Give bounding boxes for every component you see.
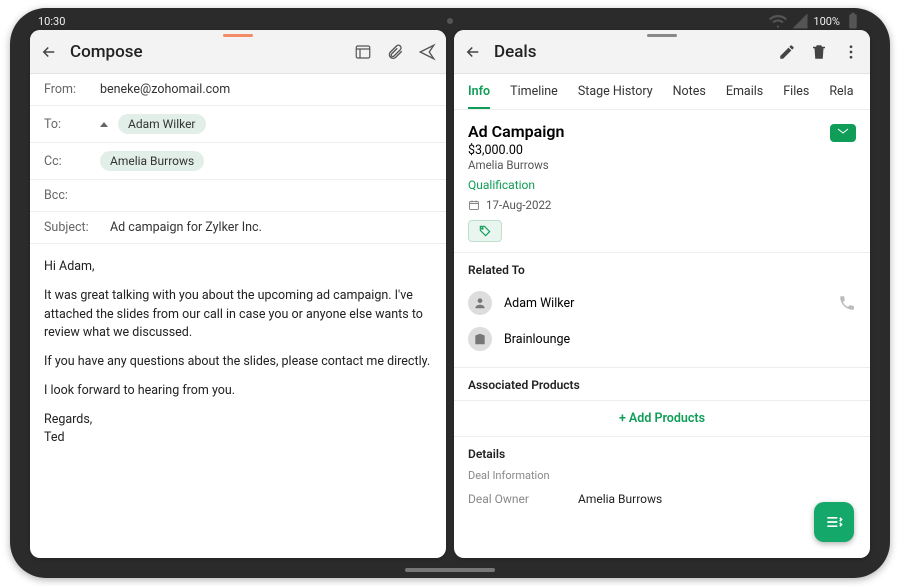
back-icon[interactable] <box>464 43 482 61</box>
related-account-name: Brainlounge <box>504 332 856 347</box>
edit-icon[interactable] <box>778 43 796 61</box>
cc-row[interactable]: Cc: Amelia Burrows <box>30 143 446 180</box>
more-icon[interactable] <box>842 43 860 61</box>
tab-notes[interactable]: Notes <box>673 74 706 109</box>
mail-badge-icon[interactable] <box>830 124 856 142</box>
details-title: Details <box>468 447 856 461</box>
status-time: 10:30 <box>38 15 65 28</box>
delete-icon[interactable] <box>810 43 828 61</box>
bcc-label: Bcc: <box>44 188 90 203</box>
details-section: Details Deal Information Deal Owner Amel… <box>454 437 870 520</box>
deals-appbar: Deals <box>454 30 870 74</box>
from-label: From: <box>44 82 90 97</box>
deals-pane: Deals Info Timeline Stage History Notes … <box>454 30 870 558</box>
collapse-icon[interactable] <box>100 122 108 127</box>
tablet-frame: 10:30 100% Compose From: beneke <box>10 8 890 578</box>
body-p3: I look forward to hearing from you. <box>44 382 432 401</box>
template-icon[interactable] <box>354 43 372 61</box>
related-contact-name: Adam Wilker <box>504 296 826 311</box>
body-sign1: Regards, <box>44 411 432 430</box>
person-icon <box>468 291 492 315</box>
related-contact-row[interactable]: Adam Wilker <box>468 285 856 321</box>
add-products-button[interactable]: + Add Products <box>454 401 870 436</box>
status-battery: 100% <box>813 15 840 28</box>
fab-button[interactable] <box>814 502 854 542</box>
tab-related[interactable]: Rela <box>829 74 853 109</box>
deal-owner-label: Deal Owner <box>468 492 578 506</box>
deal-owner: Amelia Burrows <box>468 158 856 172</box>
deal-stage: Qualification <box>468 178 856 192</box>
compose-title: Compose <box>70 42 342 62</box>
tab-emails[interactable]: Emails <box>726 74 763 109</box>
body-sign2: Ted <box>44 429 432 448</box>
body-p2: If you have any questions about the slid… <box>44 353 432 372</box>
to-chip[interactable]: Adam Wilker <box>118 114 206 134</box>
deal-header: Ad Campaign $3,000.00 Amelia Burrows Qua… <box>454 110 870 253</box>
to-label: To: <box>44 117 90 132</box>
compose-pane: Compose From: beneke@zohomail.com To: Ad… <box>30 30 446 558</box>
deal-name: Ad Campaign <box>468 122 856 141</box>
compose-body[interactable]: Hi Adam, It was great talking with you a… <box>30 244 446 558</box>
building-icon <box>468 327 492 351</box>
cc-label: Cc: <box>44 154 90 169</box>
deal-info-label: Deal Information <box>468 469 856 482</box>
status-bar: 10:30 100% <box>38 12 862 30</box>
related-section: Related To Adam Wilker Brainlounge <box>454 253 870 368</box>
drag-handle-icon[interactable] <box>223 34 253 37</box>
tab-stagehistory[interactable]: Stage History <box>578 74 653 109</box>
attachment-icon[interactable] <box>386 43 404 61</box>
from-value: beneke@zohomail.com <box>100 82 230 97</box>
from-row: From: beneke@zohomail.com <box>30 74 446 106</box>
send-icon[interactable] <box>418 43 436 61</box>
deal-owner-row: Deal Owner Amelia Burrows <box>468 488 856 510</box>
subject-label: Subject: <box>44 220 100 235</box>
body-greeting: Hi Adam, <box>44 258 432 277</box>
deal-amount: $3,000.00 <box>468 143 856 158</box>
wifi-icon <box>769 12 787 30</box>
body-p1: It was great talking with you about the … <box>44 287 432 343</box>
tab-timeline[interactable]: Timeline <box>510 74 558 109</box>
calendar-icon <box>468 199 480 211</box>
deals-title: Deals <box>494 42 766 62</box>
to-row[interactable]: To: Adam Wilker <box>30 106 446 143</box>
associated-section: Associated Products <box>454 368 870 401</box>
deals-tabs: Info Timeline Stage History Notes Emails… <box>454 74 870 110</box>
compose-appbar: Compose <box>30 30 446 74</box>
tab-files[interactable]: Files <box>783 74 809 109</box>
subject-value: Ad campaign for Zylker Inc. <box>110 220 262 235</box>
back-icon[interactable] <box>40 43 58 61</box>
battery-icon <box>844 12 862 30</box>
related-account-row[interactable]: Brainlounge <box>468 321 856 357</box>
bcc-row[interactable]: Bcc: <box>30 180 446 212</box>
tag-button[interactable] <box>468 220 502 242</box>
home-indicator[interactable] <box>405 568 495 572</box>
tab-info[interactable]: Info <box>468 74 490 109</box>
subject-row[interactable]: Subject: Ad campaign for Zylker Inc. <box>30 212 446 244</box>
drag-handle-icon[interactable] <box>647 34 677 37</box>
signal-icon <box>791 12 809 30</box>
related-title: Related To <box>468 263 856 277</box>
associated-title: Associated Products <box>468 378 856 392</box>
cc-chip[interactable]: Amelia Burrows <box>100 151 204 171</box>
deal-date: 17-Aug-2022 <box>486 198 551 212</box>
phone-icon[interactable] <box>838 294 856 312</box>
deal-owner-value: Amelia Burrows <box>578 492 662 506</box>
deal-date-row: 17-Aug-2022 <box>468 198 856 212</box>
